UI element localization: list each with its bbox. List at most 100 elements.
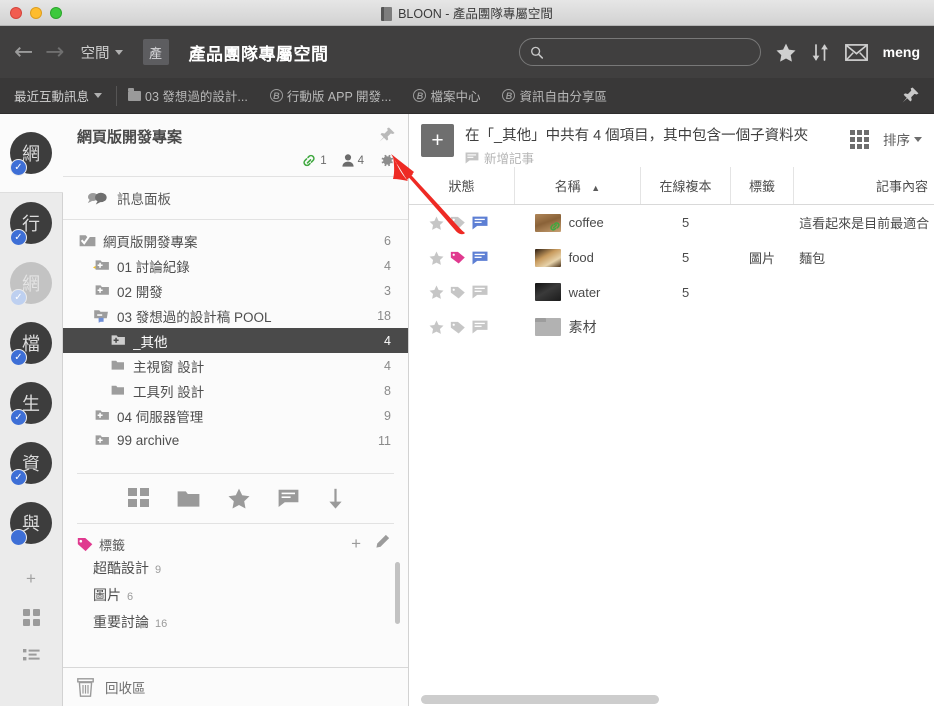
sidebar-item-space-1[interactable]: 行 ✓ — [10, 202, 52, 246]
star-icon[interactable] — [429, 250, 444, 265]
nine-dots-icon[interactable] — [850, 129, 869, 149]
tag-icon[interactable] — [450, 321, 466, 334]
trash-link[interactable]: 回收區 — [63, 667, 408, 706]
pin-tab-button[interactable] — [901, 86, 920, 105]
tree-item-99-archive[interactable]: 99 archive 11 — [63, 428, 408, 453]
tab-info-share[interactable]: B 資訊自由分享區 — [491, 86, 618, 105]
envelope-icon[interactable] — [844, 43, 868, 61]
edit-tags-button[interactable] — [371, 534, 394, 554]
star-icon[interactable] — [429, 320, 444, 334]
tree-item-count: 11 — [378, 433, 391, 448]
table-row[interactable]: food 5 圖片 麵包 — [409, 240, 934, 275]
sort-dropdown[interactable]: 排序 — [883, 129, 922, 149]
gear-icon[interactable] — [379, 153, 394, 168]
add-note-button[interactable]: 新增記事 — [465, 148, 839, 167]
tree-item-01-discussion[interactable]: 01 討論紀錄 4 — [63, 253, 408, 278]
arrow-left-icon[interactable]: ← — [14, 40, 33, 64]
column-header-note[interactable]: 記事內容 — [793, 167, 934, 205]
message-panel-link[interactable]: 訊息面板 — [63, 177, 408, 219]
tag-icon[interactable] — [450, 216, 466, 229]
tab-recent-messages[interactable]: 最近互動訊息 — [14, 86, 116, 105]
sort-updown-icon[interactable] — [811, 43, 830, 62]
tags-header-label: 標籤 — [99, 537, 126, 553]
folder-icon[interactable] — [177, 488, 200, 509]
tag-item-important-discussion[interactable]: 重要討論 16 — [93, 612, 394, 639]
four-dots-icon[interactable] — [17, 605, 45, 629]
list-glyph — [22, 649, 40, 661]
list-icon[interactable] — [17, 643, 45, 667]
folder-open-icon — [93, 308, 110, 323]
table-row[interactable]: 素材 — [409, 309, 934, 345]
tab-file-center[interactable]: B 檔案中心 — [402, 86, 491, 105]
sidebar-item-space-6[interactable]: 與 — [10, 502, 52, 546]
column-header-tags[interactable]: 標籤 — [730, 167, 794, 205]
add-note-label: 新增記事 — [484, 152, 535, 166]
star-icon[interactable] — [429, 285, 444, 299]
link-icon[interactable] — [302, 154, 316, 167]
folder-plus-icon — [93, 283, 110, 298]
folder-plus-icon — [109, 333, 126, 348]
note-icon[interactable] — [472, 216, 488, 230]
tree-item-count: 3 — [384, 283, 391, 298]
tree-item-count: 6 — [384, 233, 391, 248]
sidebar-item-space-0[interactable]: 網 ✓ — [10, 132, 52, 176]
note-icon[interactable] — [472, 320, 488, 334]
tree-item-main-window-design[interactable]: 主視窗 設計 4 — [63, 353, 408, 378]
items-table: 狀態 名稱 ▲ 在線複本 標籤 記事內容 coffee 5 這看起來是目前最適合… — [409, 167, 934, 345]
add-item-button[interactable]: + — [421, 124, 454, 157]
table-row[interactable]: coffee 5 這看起來是目前最適合 — [409, 205, 934, 241]
tree-item-toolbar-design[interactable]: 工具列 設計 8 — [63, 378, 408, 403]
star-icon[interactable] — [776, 43, 796, 62]
tab-design-pool[interactable]: 03 發想過的設計... — [117, 86, 259, 105]
sidebar-item-space-3[interactable]: 檔 ✓ — [10, 322, 52, 366]
add-tag-button[interactable]: + — [347, 534, 365, 554]
tag-icon[interactable] — [450, 251, 466, 264]
sidebar-item-space-2[interactable]: 網 ✓ — [10, 262, 52, 306]
status-badge: ✓ — [10, 159, 27, 176]
table-row[interactable]: water 5 — [409, 275, 934, 309]
scrollbar-thumb[interactable] — [421, 695, 659, 704]
user-menu[interactable]: meng — [883, 44, 920, 60]
tree-item-label: _其他 — [133, 334, 168, 350]
star-icon[interactable] — [228, 488, 250, 509]
horizontal-scrollbar[interactable] — [409, 692, 934, 706]
column-header-online-copies[interactable]: 在線複本 — [640, 167, 732, 205]
note-icon[interactable] — [472, 251, 488, 265]
person-icon[interactable] — [341, 154, 354, 167]
sidebar-item-space-4[interactable]: 生 ✓ — [10, 382, 52, 426]
tags-scrollbar[interactable] — [395, 562, 400, 624]
tree-item-count: 9 — [384, 408, 391, 423]
cell-name: water — [515, 275, 641, 309]
tab-mobile-app[interactable]: B 行動版 APP 開發... — [259, 86, 403, 105]
project-panel: 網頁版開發專案 1 4 訊息面板 網頁版開發專案 6 01 討論紀錄 4 02 … — [63, 114, 409, 706]
plus-icon[interactable]: + — [17, 567, 45, 591]
download-arrow-icon[interactable] — [327, 488, 344, 509]
tree-item-04-server-mgmt[interactable]: 04 伺服器管理 9 — [63, 403, 408, 428]
note-icon[interactable] — [472, 285, 488, 299]
search-box[interactable] — [518, 38, 761, 66]
column-header-name-label: 名稱 — [554, 179, 581, 194]
chevron-down-icon — [94, 93, 103, 98]
tree-item-03-design-pool[interactable]: 03 發想過的設計稿 POOL 18 — [63, 303, 408, 328]
pin-icon — [902, 87, 919, 103]
tree-item-other-selected[interactable]: _其他 4 — [63, 328, 408, 353]
space-dropdown[interactable]: 空間 — [81, 42, 123, 63]
search-input[interactable] — [549, 45, 750, 59]
tree-item-02-dev[interactable]: 02 開發 3 — [63, 278, 408, 303]
trash-label: 回收區 — [105, 681, 146, 696]
column-header-name[interactable]: 名稱 ▲ — [514, 167, 641, 205]
sidebar-item-space-5[interactable]: 資 ✓ — [10, 442, 52, 486]
star-icon[interactable] — [429, 215, 444, 230]
tag-item-image[interactable]: 圖片 6 — [93, 585, 394, 612]
note-icon[interactable] — [278, 488, 299, 509]
arrow-right-icon[interactable]: → — [45, 40, 64, 64]
tag-item-cool-design[interactable]: 超酷設計 9 — [93, 558, 394, 585]
tree-item-root[interactable]: 網頁版開發專案 6 — [63, 228, 408, 253]
pin-panel-button[interactable] — [378, 126, 396, 149]
column-header-status[interactable]: 狀態 — [409, 167, 516, 205]
tag-icon[interactable] — [450, 286, 466, 299]
tree-item-label: 04 伺服器管理 — [117, 409, 204, 425]
tag-label: 圖片 — [93, 587, 121, 603]
b-circle-icon: B — [269, 89, 283, 102]
grid-squares-icon[interactable] — [127, 488, 149, 509]
